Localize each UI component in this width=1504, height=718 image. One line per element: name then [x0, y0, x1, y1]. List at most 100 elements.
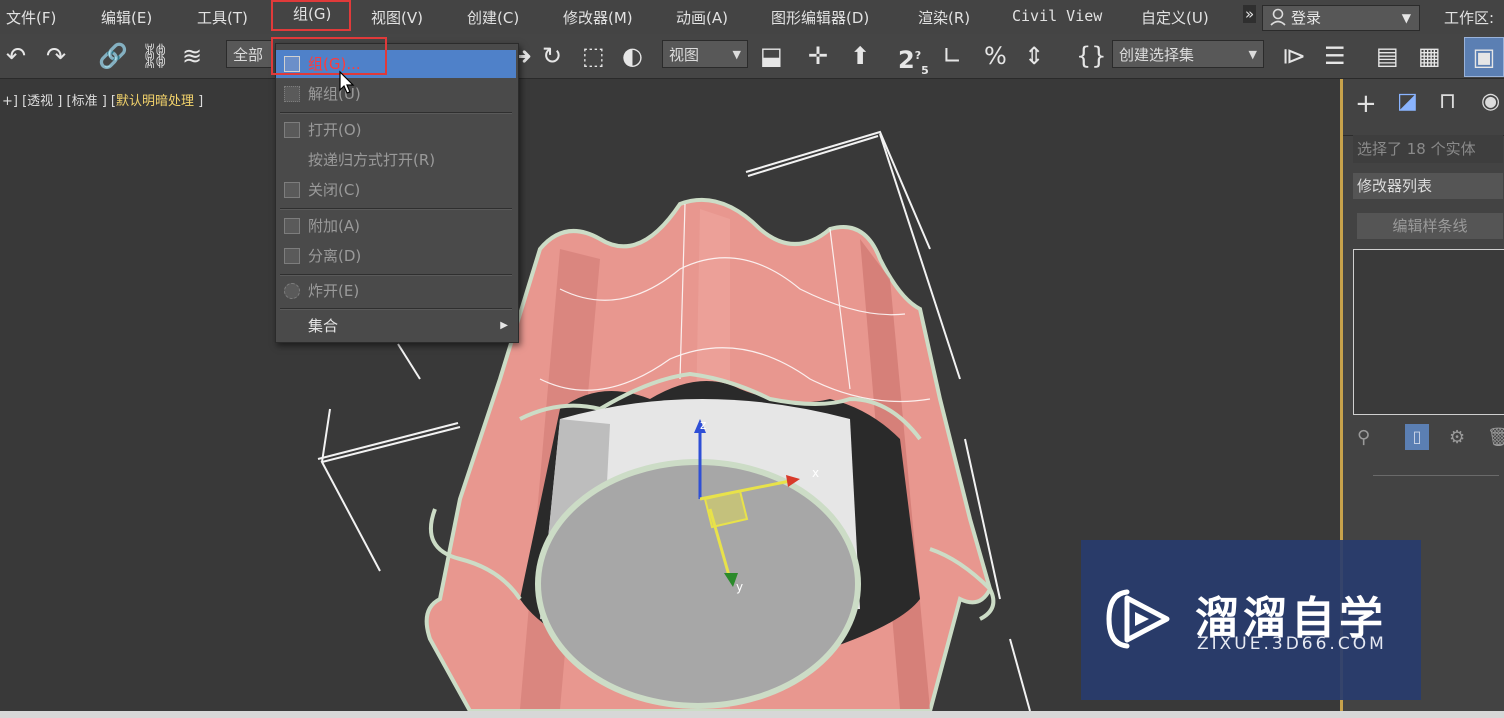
menu-animation[interactable]: 动画(A)	[676, 7, 728, 28]
modify-tab-icon[interactable]: ◪	[1397, 89, 1418, 114]
detach-icon	[284, 248, 300, 264]
rotate-icon[interactable]: ↻	[542, 34, 562, 78]
menu-rendering[interactable]: 渲染(R)	[918, 7, 970, 28]
menu-create[interactable]: 创建(C)	[467, 7, 519, 28]
link-icon[interactable]: 🔗	[98, 34, 128, 78]
align-icon[interactable]: ☰	[1324, 34, 1346, 78]
bottom-strip	[0, 711, 1504, 718]
edit-spline-button[interactable]: 编辑样条线	[1357, 213, 1503, 239]
user-icon	[1269, 6, 1287, 35]
cylinder-cap	[535, 459, 861, 709]
menu-edit[interactable]: 编辑(E)	[101, 7, 152, 28]
workspace-label[interactable]: 工作区:	[1444, 7, 1494, 28]
snap-sub-label: 5	[921, 63, 929, 77]
watermark-url: ZIXUE.3D66.COM	[1197, 634, 1387, 654]
selection-filter-value: 全部	[233, 46, 264, 64]
svg-text:y: y	[736, 580, 743, 594]
menu-graph-editors[interactable]: 图形编辑器(D)	[771, 7, 869, 28]
submenu-arrow-icon: ▶	[500, 320, 508, 331]
selection-status-field[interactable]: 选择了 18 个实体	[1353, 135, 1503, 163]
menu-item-detach[interactable]: 分离(D)	[276, 242, 516, 270]
menu-bar: 文件(F) 编辑(E) 工具(T) 组(G) 视图(V) 创建(C) 修改器(M…	[0, 0, 1504, 35]
menu-modifiers[interactable]: 修改器(M)	[563, 7, 633, 28]
highlight-box	[271, 37, 387, 75]
menu-item-assembly-label: 集合	[308, 317, 339, 335]
create-tab-icon[interactable]: +	[1355, 89, 1377, 119]
mouse-cursor-icon	[339, 70, 355, 94]
panel-divider	[1373, 475, 1499, 476]
redo-icon[interactable]: ↷	[46, 34, 66, 78]
menu-separator	[280, 112, 512, 114]
motion-tab-icon[interactable]: ◉	[1481, 89, 1500, 114]
menu-item-assembly[interactable]: 集合 ▶	[276, 312, 516, 340]
menu-item-close[interactable]: 关闭(C)	[276, 176, 516, 204]
menu-views[interactable]: 视图(V)	[371, 7, 423, 28]
show-end-result-icon[interactable]: ▯	[1405, 424, 1429, 450]
svg-text:x: x	[812, 466, 819, 480]
ungroup-icon	[284, 86, 300, 102]
make-unique-icon[interactable]: ⚙	[1449, 427, 1465, 448]
menu-item-close-label: 关闭(C)	[308, 181, 361, 199]
menu-separator	[280, 308, 512, 310]
reference-coordinate-value: 视图	[669, 46, 700, 64]
edit-named-selection-icon[interactable]: {}	[1076, 34, 1107, 78]
selection-filter-dropdown[interactable]: 全部	[226, 40, 272, 68]
modifier-list-dropdown[interactable]: 修改器列表	[1353, 173, 1503, 199]
menu-item-open-recursive[interactable]: 按递归方式打开(R)	[276, 146, 516, 174]
mirror-icon[interactable]: ⧐	[1282, 34, 1306, 78]
named-selection-value: 创建选择集	[1119, 46, 1195, 64]
login-dropdown[interactable]: 登录 ▼	[1262, 5, 1420, 31]
watermark: 溜溜自学 ZIXUE.3D66.COM	[1081, 540, 1421, 700]
menu-civil-view[interactable]: Civil View	[1012, 7, 1102, 25]
login-label: 登录	[1291, 9, 1322, 27]
menu-item-explode[interactable]: 炸开(E)	[276, 277, 516, 305]
menu-item-detach-label: 分离(D)	[308, 247, 362, 265]
angle-snap-icon[interactable]: ∟	[942, 34, 962, 78]
menu-separator	[280, 274, 512, 276]
bind-space-warp-icon[interactable]: ≋	[182, 34, 202, 78]
play-logo-icon	[1106, 589, 1170, 649]
spinner-snap-icon[interactable]: ⇕	[1024, 34, 1044, 78]
menu-overflow-button[interactable]: »	[1243, 5, 1257, 23]
menu-item-ungroup[interactable]: 解组(U)	[276, 80, 516, 108]
menu-item-attach-label: 附加(A)	[308, 217, 360, 235]
group-menu-dropdown: 组(G)... 解组(U) 打开(O) 按递归方式打开(R) 关闭(C) 附加(…	[275, 43, 519, 343]
unlink-icon[interactable]: ⛓	[140, 34, 170, 78]
hierarchy-tab-icon[interactable]: ⊓	[1439, 89, 1456, 114]
menu-item-attach[interactable]: 附加(A)	[276, 212, 516, 240]
svg-text:z: z	[700, 418, 706, 432]
pivot-center-icon[interactable]: ⬓	[760, 34, 783, 78]
attach-icon	[284, 218, 300, 234]
menu-group[interactable]: 组(G)	[271, 0, 352, 31]
menu-separator	[280, 208, 512, 210]
menu-item-open[interactable]: 打开(O)	[276, 116, 516, 144]
schematic-view-icon[interactable]: ▣	[1464, 37, 1504, 77]
menu-item-explode-label: 炸开(E)	[308, 282, 360, 300]
main-toolbar: ↶ ↷ 🔗 ⛓ ≋ 全部 ➜ ↻ ⬚ ◐ 视图 ▼ ⬓ ✛ ⬆ 2?5 ∟ % …	[0, 34, 1504, 79]
layer-explorer-icon[interactable]: ▤	[1376, 34, 1399, 78]
menu-item-open-recursive-label: 按递归方式打开(R)	[308, 151, 436, 169]
menu-item-open-label: 打开(O)	[308, 121, 362, 139]
reference-coordinate-dropdown[interactable]: 视图 ▼	[662, 40, 748, 68]
undo-icon[interactable]: ↶	[6, 34, 26, 78]
percent-snap-icon[interactable]: %	[984, 34, 1007, 78]
open-group-icon	[284, 122, 300, 138]
menu-customize[interactable]: 自定义(U)	[1141, 7, 1209, 28]
place-icon[interactable]: ◐	[622, 34, 643, 78]
snap-dimension-label: 2	[898, 46, 915, 74]
close-group-icon	[284, 182, 300, 198]
menu-file[interactable]: 文件(F)	[6, 7, 56, 28]
menu-tools[interactable]: 工具(T)	[197, 7, 248, 28]
command-panel-tabs: + ◪ ⊓ ◉	[1343, 79, 1504, 136]
modifier-stack[interactable]	[1353, 249, 1504, 415]
select-manipulate-icon[interactable]: ✛	[808, 34, 828, 78]
pin-stack-icon[interactable]: ⚲	[1357, 427, 1370, 448]
scale-icon[interactable]: ⬚	[582, 34, 605, 78]
ribbon-toggle-icon[interactable]: ▦	[1418, 34, 1441, 78]
chevron-down-icon: ▼	[1401, 11, 1411, 25]
chevron-down-icon: ▼	[1248, 48, 1257, 61]
chevron-down-icon: ▼	[732, 48, 741, 61]
keyboard-shortcut-override-icon[interactable]: ⬆	[850, 34, 870, 78]
remove-modifier-icon[interactable]: 🗑	[1487, 427, 1504, 448]
named-selection-dropdown[interactable]: 创建选择集 ▼	[1112, 40, 1264, 68]
